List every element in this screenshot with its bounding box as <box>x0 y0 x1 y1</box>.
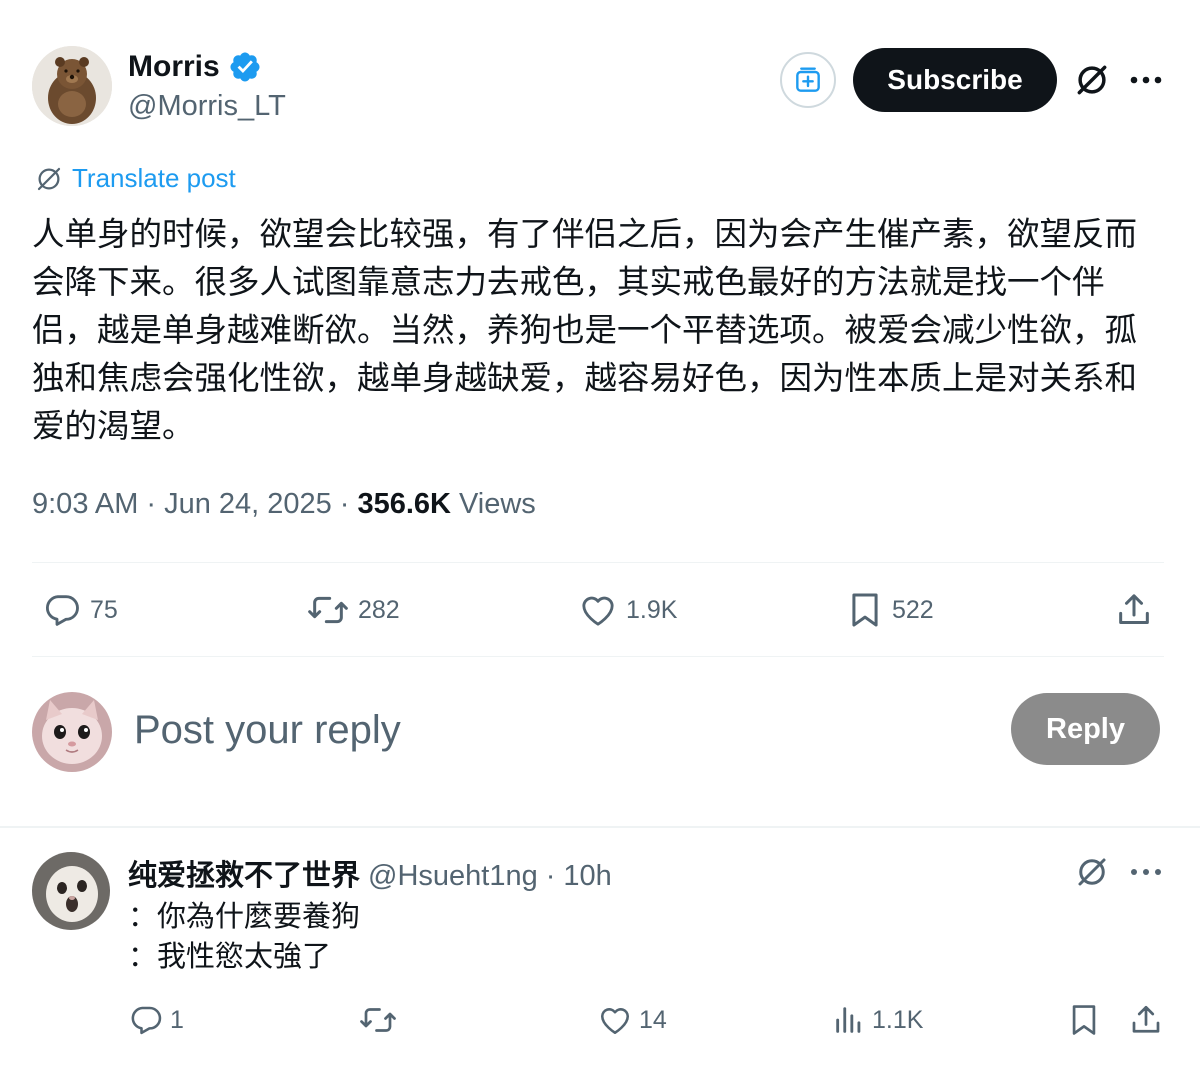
reply-icon <box>42 590 82 630</box>
reply-time[interactable]: 10h <box>563 860 611 893</box>
reply-button-label: Reply <box>1046 712 1125 745</box>
subscribe-label: Subscribe <box>887 64 1023 95</box>
views-count: 356.6K <box>357 488 451 520</box>
reply-views-action[interactable]: 1.1K <box>832 1000 923 1040</box>
bear-avatar-image <box>32 46 112 126</box>
grok-icon[interactable] <box>1072 852 1112 892</box>
subscriptions-icon[interactable] <box>780 52 836 108</box>
reply-line: ：我性慾太強了 <box>128 939 332 973</box>
reply-text: ：你為什麼要養狗 ：我性慾太強了 <box>128 896 360 976</box>
reply-repost-action[interactable] <box>358 1000 404 1040</box>
bookmark-icon <box>846 589 884 631</box>
meta-separator: · <box>146 488 157 520</box>
more-icon[interactable] <box>1124 852 1168 892</box>
share-icon[interactable] <box>1126 1000 1166 1040</box>
reply-author-name[interactable]: 纯爱拯救不了世界 <box>128 852 360 894</box>
reply-line: ：你為什麼要養狗 <box>128 899 361 933</box>
translate-icon <box>34 164 64 194</box>
cat-avatar-image <box>32 852 110 930</box>
post-time[interactable]: 9:03 AM <box>32 488 138 521</box>
bookmark-count: 522 <box>892 595 934 624</box>
divider <box>32 656 1164 657</box>
reply-count: 75 <box>90 595 118 624</box>
user-avatar[interactable] <box>32 692 112 772</box>
reply-action[interactable]: 75 <box>42 588 118 632</box>
like-icon <box>597 1002 633 1038</box>
repost-icon <box>306 590 350 630</box>
post-body: 人单身的时候，欲望会比较强，有了伴侣之后，因为会产生催产素，欲望反而会降下来。很… <box>32 215 1138 445</box>
cat-avatar-image <box>32 692 112 772</box>
subscribe-button[interactable]: Subscribe <box>853 48 1057 112</box>
grok-icon[interactable] <box>1070 58 1114 102</box>
reply-reply-action[interactable]: 1 <box>128 1000 184 1040</box>
reply-like-action[interactable]: 14 <box>597 1000 667 1040</box>
reply-icon <box>128 1002 164 1038</box>
author-name[interactable]: Morris <box>128 50 220 84</box>
reply-views-count: 1.1K <box>872 1005 924 1034</box>
post-date[interactable]: Jun 24, 2025 <box>164 488 332 521</box>
bookmark-action[interactable]: 522 <box>846 588 934 632</box>
reply-like-count: 14 <box>639 1005 667 1034</box>
verified-badge-icon <box>228 50 262 84</box>
reply-author-handle[interactable]: @Hsueht1ng <box>368 860 538 893</box>
translate-label: Translate post <box>72 163 236 193</box>
author-handle[interactable]: @Morris_LT <box>128 90 286 123</box>
reply-reply-count: 1 <box>170 1005 184 1034</box>
like-icon <box>578 590 618 630</box>
share-icon[interactable] <box>1112 588 1156 632</box>
like-action[interactable]: 1.9K <box>578 588 677 632</box>
divider <box>32 562 1164 563</box>
more-icon[interactable] <box>1124 60 1168 100</box>
reply-input[interactable]: Post your reply <box>134 704 974 756</box>
translate-post-link[interactable]: Translate post <box>34 163 236 194</box>
section-divider <box>0 826 1200 828</box>
bookmark-icon[interactable] <box>1064 1000 1104 1040</box>
reply-separator: · <box>545 860 556 892</box>
reply-button[interactable]: Reply <box>1011 693 1160 765</box>
views-label: Views <box>458 488 536 520</box>
views-icon <box>832 1003 866 1037</box>
author-avatar[interactable] <box>32 46 112 126</box>
meta-separator: · <box>339 488 350 520</box>
reply-author-avatar[interactable] <box>32 852 110 930</box>
repost-action[interactable]: 282 <box>306 588 400 632</box>
post-meta: 9:03 AM · Jun 24, 2025 · 356.6K Views <box>32 488 536 521</box>
repost-count: 282 <box>358 595 400 624</box>
like-count: 1.9K <box>626 595 678 624</box>
repost-icon <box>358 1002 398 1038</box>
